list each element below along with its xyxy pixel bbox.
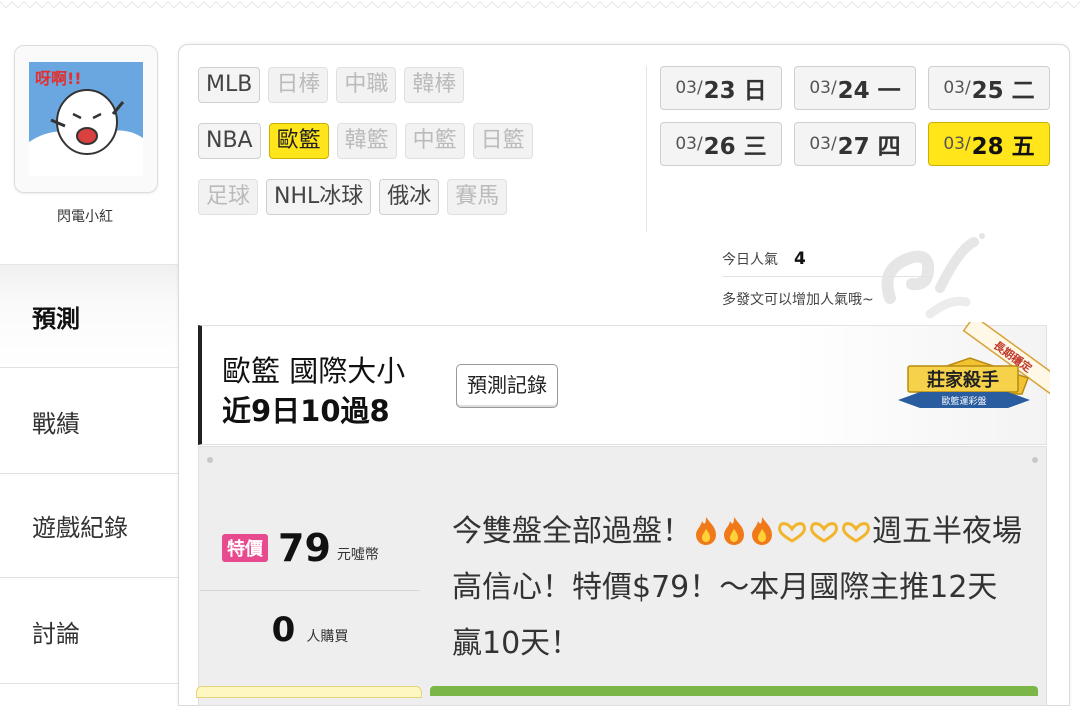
sport-china-basketball[interactable]: 中籃 bbox=[404, 123, 465, 159]
sport-selector: MLB 日棒 中職 韓棒 NBA 歐籃 韓籃 中籃 日籃 足球 NHL冰球 俄冰… bbox=[198, 66, 648, 234]
sport-row-basketball: NBA 歐籃 韓籃 中籃 日籃 bbox=[198, 122, 648, 160]
buy-button[interactable] bbox=[430, 686, 1038, 696]
popularity-panel: 今日人氣 4 多發文可以增加人氣哦~ bbox=[722, 242, 932, 309]
date-0328[interactable]: 03/28 五 bbox=[928, 122, 1050, 166]
top-border bbox=[0, 0, 1080, 8]
rivet-icon bbox=[207, 457, 213, 463]
date-day: 26 三 bbox=[703, 134, 767, 160]
description-part: 週 bbox=[872, 514, 902, 549]
sport-korea-basketball[interactable]: 韓籃 bbox=[336, 123, 397, 159]
price-area: 特價 79 元噓幣 bbox=[222, 528, 379, 568]
popularity-value: 4 bbox=[794, 249, 806, 269]
tab-discussion[interactable]: 討論 bbox=[0, 580, 178, 684]
prediction-description: 今雙盤全部過盤！ 週五半夜場高信心！特價$79！～本月國際主推12天贏10天！ bbox=[452, 504, 1022, 672]
date-month: 03/ bbox=[809, 134, 837, 154]
description-part: 今雙盤全部過盤！ bbox=[452, 514, 692, 549]
sport-cpbl[interactable]: 中職 bbox=[336, 67, 397, 103]
date-day: 27 四 bbox=[837, 134, 901, 160]
user-name[interactable]: 閃電小紅 bbox=[0, 206, 170, 226]
heart-hands-icon bbox=[778, 522, 806, 543]
sport-row-other: 足球 NHL冰球 俄冰 賽馬 bbox=[198, 178, 648, 216]
sport-japan-basketball[interactable]: 日籃 bbox=[472, 123, 533, 159]
heart-hands-icon bbox=[810, 522, 838, 543]
sport-npb[interactable]: 日棒 bbox=[268, 67, 329, 103]
sport-khl[interactable]: 俄冰 bbox=[379, 179, 440, 215]
prediction-title: 歐籃 國際大小 bbox=[222, 354, 406, 388]
date-day: 24 一 bbox=[837, 78, 901, 104]
date-month: 03/ bbox=[809, 78, 837, 98]
avatar-image: 呀啊!! bbox=[29, 62, 143, 176]
sport-kbo[interactable]: 韓棒 bbox=[404, 67, 465, 103]
badge-title: 莊家殺手 bbox=[927, 369, 999, 391]
price-value: 79 bbox=[278, 526, 331, 570]
date-selector: 03/23 日 03/24 一 03/25 二 03/26 三 03/27 四 … bbox=[660, 66, 1060, 178]
date-day: 23 日 bbox=[703, 78, 767, 104]
sport-row-baseball: MLB 日棒 中職 韓棒 bbox=[198, 66, 648, 104]
date-row: 03/23 日 03/24 一 03/25 二 bbox=[660, 66, 1060, 110]
popularity-label: 今日人氣 bbox=[722, 252, 778, 268]
fire-icon bbox=[752, 517, 772, 545]
heart-hands-icon bbox=[842, 522, 870, 543]
date-month: 03/ bbox=[675, 78, 703, 98]
sport-euro-basketball[interactable]: 歐籃 bbox=[268, 123, 329, 159]
popularity-count: 今日人氣 4 bbox=[722, 242, 932, 277]
sport-nhl[interactable]: NHL冰球 bbox=[266, 179, 372, 215]
date-day: 25 二 bbox=[971, 78, 1035, 104]
tab-predict[interactable]: 預測 bbox=[0, 264, 178, 368]
bottom-strip-left bbox=[196, 686, 422, 698]
popularity-hint: 多發文可以增加人氣哦~ bbox=[722, 292, 874, 308]
sport-horse-racing[interactable]: 賽馬 bbox=[447, 179, 508, 215]
sport-nba[interactable]: NBA bbox=[198, 123, 261, 159]
rivet-icon bbox=[1032, 457, 1038, 463]
banker-killer-badge: 長期穩定 莊家殺手 歐籃運彩盤 bbox=[898, 322, 1050, 408]
special-price-tag: 特價 bbox=[222, 534, 268, 562]
date-0323[interactable]: 03/23 日 bbox=[660, 66, 782, 110]
prediction-history-button[interactable]: 預測記錄 bbox=[456, 364, 558, 408]
buyers-unit: 人購買 bbox=[306, 629, 349, 645]
date-0325[interactable]: 03/25 二 bbox=[928, 66, 1050, 110]
date-0326[interactable]: 03/26 三 bbox=[660, 122, 782, 166]
date-0324[interactable]: 03/24 一 bbox=[794, 66, 916, 110]
selector-divider bbox=[646, 66, 647, 232]
tab-game-history[interactable]: 遊戲紀錄 bbox=[0, 474, 178, 578]
sport-mlb[interactable]: MLB bbox=[198, 67, 261, 103]
date-row: 03/26 三 03/27 四 03/28 五 bbox=[660, 122, 1060, 166]
avatar-caption: 呀啊!! bbox=[35, 69, 82, 88]
tab-record[interactable]: 戰績 bbox=[0, 370, 178, 474]
avatar[interactable]: 呀啊!! bbox=[14, 45, 158, 193]
date-month: 03/ bbox=[675, 134, 703, 154]
date-month: 03/ bbox=[943, 134, 971, 154]
badge-subtitle: 歐籃運彩盤 bbox=[941, 395, 986, 407]
date-0327[interactable]: 03/27 四 bbox=[794, 122, 916, 166]
buyers-count: 0 人購買 bbox=[200, 610, 420, 650]
sport-soccer[interactable]: 足球 bbox=[198, 179, 259, 215]
price-divider bbox=[200, 590, 420, 591]
date-day: 28 五 bbox=[971, 134, 1035, 160]
prediction-record: 近9日10過8 bbox=[222, 394, 390, 428]
fire-icon bbox=[696, 517, 716, 545]
price-unit: 元噓幣 bbox=[336, 547, 379, 563]
buyers-value: 0 bbox=[271, 610, 296, 650]
date-month: 03/ bbox=[943, 78, 971, 98]
fire-icon bbox=[724, 517, 744, 545]
